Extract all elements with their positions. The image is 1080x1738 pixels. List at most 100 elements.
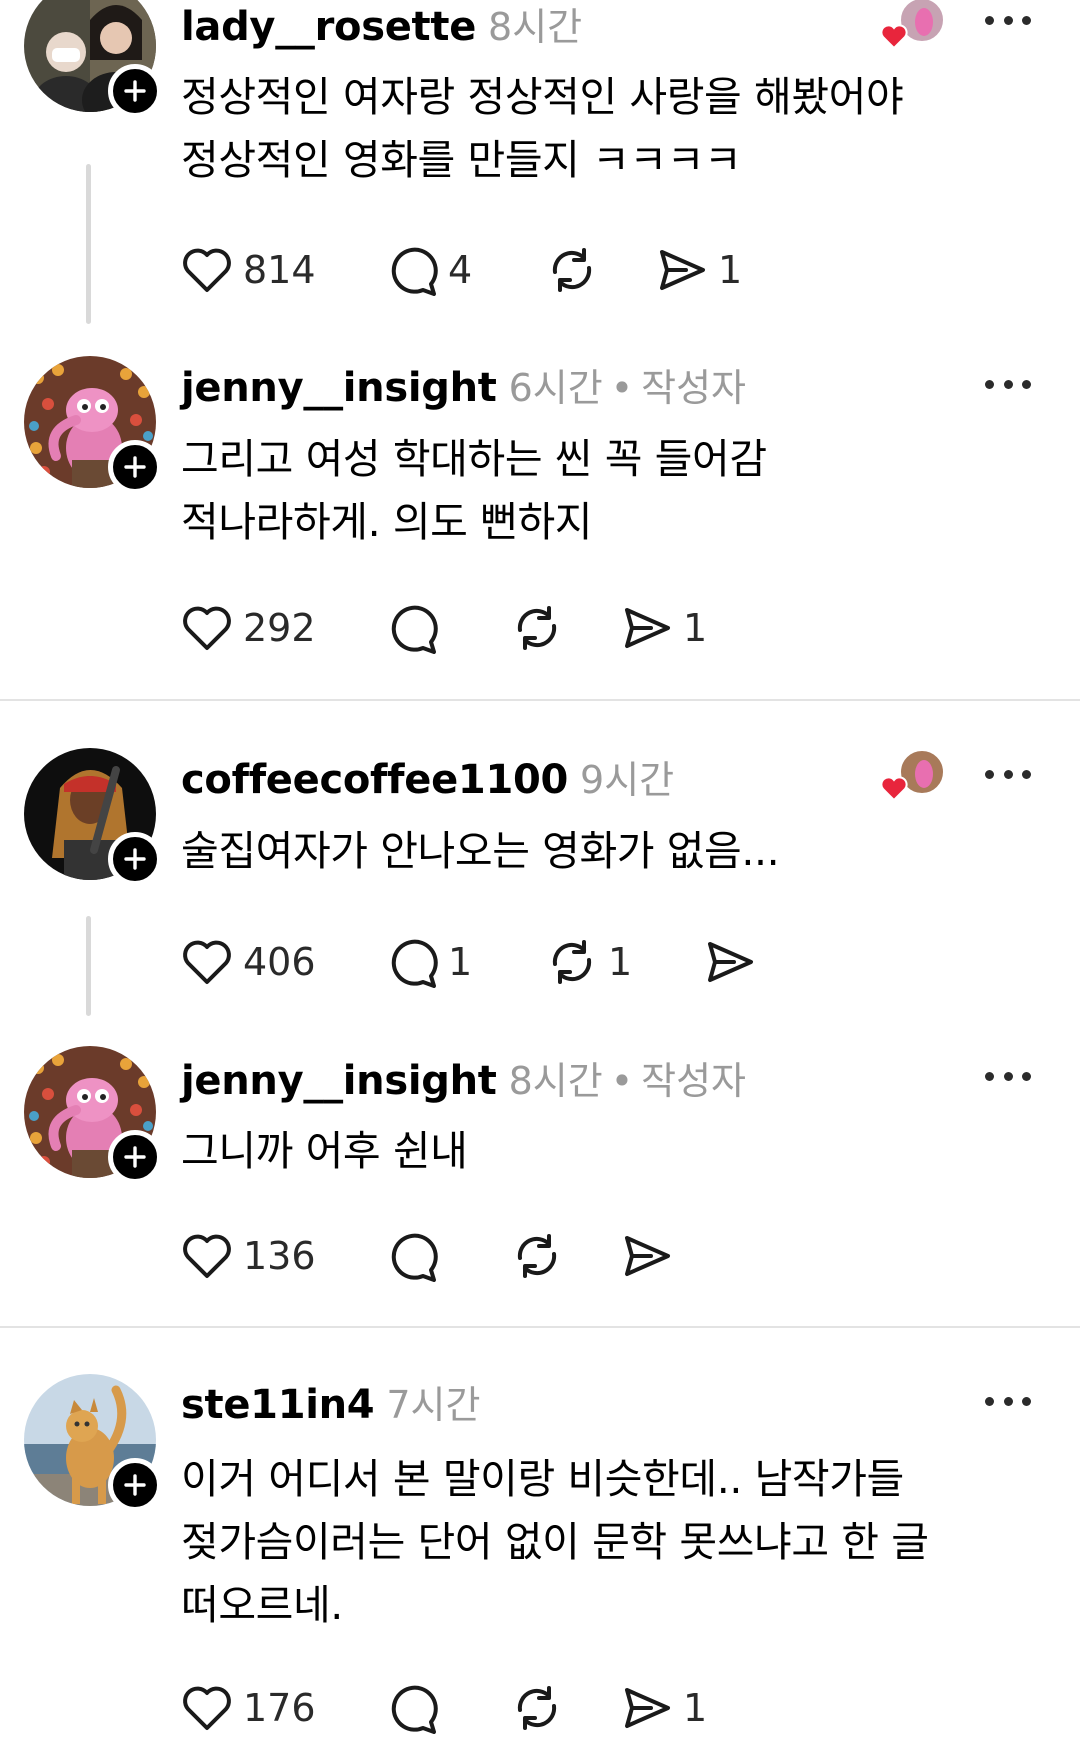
author-liked-indicator — [878, 0, 946, 54]
repost-button[interactable]: 1 — [546, 932, 632, 992]
username[interactable]: ste11in4 — [181, 1382, 375, 1428]
post-header: ste11in4 7시간 — [181, 1374, 480, 1430]
speech-bubble-icon — [391, 247, 438, 296]
username[interactable]: coffeecoffee1100 — [181, 757, 568, 803]
timestamp: 9시간 — [580, 758, 675, 802]
more-options-button[interactable] — [985, 1391, 1031, 1411]
reply-button[interactable] — [386, 1678, 448, 1738]
post-text: 술집여자가 안나오는 영화가 없음... — [181, 827, 780, 875]
author-separator: • — [610, 366, 634, 410]
speech-bubble-icon — [391, 605, 438, 654]
more-options-button[interactable] — [985, 374, 1031, 394]
follow-button[interactable] — [108, 832, 162, 886]
thread-line — [86, 916, 91, 1016]
plus-icon — [124, 1146, 146, 1168]
author-tag: 작성자 — [641, 1059, 747, 1103]
send-paper-plane-icon — [625, 608, 670, 648]
heart-outline-icon — [183, 1686, 231, 1730]
timestamp: 8시간 — [508, 1059, 603, 1103]
repost-arrows-icon — [517, 1686, 557, 1730]
share-count: 1 — [718, 248, 743, 292]
share-count: 1 — [683, 1686, 708, 1730]
speech-bubble-icon — [391, 939, 438, 988]
avatar-container[interactable] — [24, 748, 162, 886]
author-liked-indicator — [878, 748, 946, 804]
repost-button[interactable] — [511, 598, 573, 658]
like-button[interactable]: 292 — [181, 598, 316, 658]
repost-button[interactable] — [511, 1226, 573, 1286]
reply-count: 4 — [448, 248, 473, 292]
heart-outline-icon — [183, 248, 231, 292]
send-paper-plane-icon — [625, 1688, 670, 1728]
repost-count: 1 — [608, 940, 633, 984]
heart-outline-icon — [183, 940, 231, 984]
heart-outline-icon — [183, 606, 231, 650]
send-paper-plane-icon — [660, 250, 705, 290]
repost-arrows-icon — [517, 1234, 557, 1278]
like-button[interactable]: 406 — [181, 932, 316, 992]
like-count: 406 — [243, 940, 316, 984]
post-text: 그리고 여성 학대하는 씬 꼭 들어감 적나라하게. 의도 뻔하지 — [181, 435, 767, 546]
heart-outline-icon — [183, 1234, 231, 1278]
like-button[interactable]: 814 — [181, 240, 316, 300]
avatar-container[interactable] — [24, 356, 162, 494]
speech-bubble-icon — [391, 1685, 438, 1734]
timestamp: 7시간 — [386, 1383, 481, 1427]
more-options-button[interactable] — [985, 764, 1031, 784]
thread-divider — [0, 1326, 1080, 1328]
repost-arrows-icon — [552, 940, 592, 984]
follow-button[interactable] — [108, 1458, 162, 1512]
post-header: jenny__insight 6시간 • 작성자 — [181, 357, 746, 413]
share-button[interactable] — [621, 1226, 683, 1286]
follow-button[interactable] — [108, 64, 162, 118]
reply-button[interactable]: 1 — [386, 932, 472, 992]
reply-count: 1 — [448, 940, 473, 984]
avatar-container[interactable] — [24, 1374, 162, 1512]
like-button[interactable]: 136 — [181, 1226, 316, 1286]
timestamp: 6시간 — [508, 366, 603, 410]
more-options-button[interactable] — [985, 1066, 1031, 1086]
post-text: 그니까 어후 쉰내 — [181, 1127, 468, 1175]
plus-icon — [124, 456, 146, 478]
author-tag: 작성자 — [641, 366, 747, 410]
heart-filled-icon — [880, 776, 908, 802]
follow-button[interactable] — [108, 1130, 162, 1184]
like-button[interactable]: 176 — [181, 1678, 316, 1738]
author-separator: • — [610, 1059, 634, 1103]
repost-button[interactable] — [511, 1678, 573, 1738]
username[interactable]: lady__rosette — [181, 4, 476, 50]
repost-arrows-icon — [552, 248, 592, 292]
share-button[interactable]: 1 — [621, 1678, 707, 1738]
avatar-container[interactable] — [24, 1046, 162, 1184]
share-button[interactable]: 1 — [621, 598, 707, 658]
speech-bubble-icon — [391, 1233, 438, 1282]
share-count: 1 — [683, 606, 708, 650]
reply-button[interactable]: 4 — [386, 240, 472, 300]
more-options-button[interactable] — [985, 10, 1031, 30]
heart-filled-icon — [880, 24, 908, 50]
thread-line — [86, 164, 91, 324]
post-text: 정상적인 여자랑 정상적인 사랑을 해봤어야 정상적인 영화를 만들지 ㅋㅋㅋㅋ — [181, 73, 904, 184]
like-count: 136 — [243, 1234, 316, 1278]
post-header: lady__rosette 8시간 — [181, 0, 582, 52]
share-button[interactable] — [704, 932, 766, 992]
share-button[interactable]: 1 — [656, 240, 742, 300]
plus-icon — [124, 80, 146, 102]
like-count: 176 — [243, 1686, 316, 1730]
plus-icon — [124, 1474, 146, 1496]
send-paper-plane-icon — [708, 942, 753, 982]
reply-button[interactable] — [386, 1226, 448, 1286]
reply-button[interactable] — [386, 598, 448, 658]
follow-button[interactable] — [108, 440, 162, 494]
send-paper-plane-icon — [625, 1236, 670, 1276]
like-count: 814 — [243, 248, 316, 292]
repost-arrows-icon — [517, 606, 557, 650]
username[interactable]: jenny__insight — [181, 1058, 497, 1104]
like-count: 292 — [243, 606, 316, 650]
avatar-container[interactable] — [24, 0, 162, 118]
repost-button[interactable] — [546, 240, 608, 300]
username[interactable]: jenny__insight — [181, 365, 497, 411]
post-header: coffeecoffee1100 9시간 — [181, 749, 674, 805]
post-header: jenny__insight 8시간 • 작성자 — [181, 1050, 746, 1106]
timestamp: 8시간 — [488, 5, 583, 49]
